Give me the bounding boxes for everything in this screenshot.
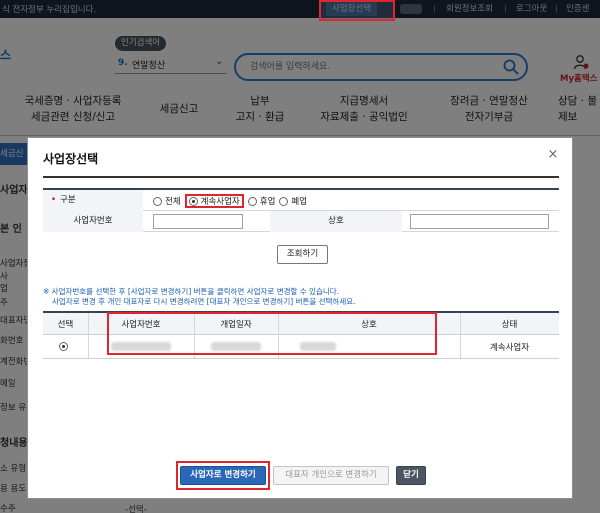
- search-button[interactable]: 조회하기: [277, 245, 328, 264]
- form-row-bizno: 사업자번호 상호: [43, 211, 559, 232]
- change-to-representative-button[interactable]: 대표자 개인으로 변경하기: [273, 466, 389, 485]
- close-button[interactable]: 닫기: [396, 466, 426, 485]
- row-select-cell: [43, 335, 88, 358]
- dialog-title: 사업장선택: [43, 152, 99, 166]
- change-to-business-button[interactable]: 사업자로 변경하기: [180, 466, 266, 485]
- name-label: 상호: [270, 211, 402, 232]
- form-row-type: • 구분 전체 계속사업자 휴업 폐업: [43, 190, 559, 211]
- type-label: • 구분: [43, 190, 143, 211]
- divider: [43, 176, 559, 178]
- business-name-input[interactable]: [410, 214, 549, 229]
- highlight-select-business: [319, 0, 395, 21]
- close-icon[interactable]: ×: [546, 148, 560, 162]
- radio-button[interactable]: [153, 196, 162, 206]
- business-select-dialog: 사업장선택 × • 구분 전체 계속사업자 휴업 폐업 사업자번호 상호 조회하기…: [27, 137, 573, 499]
- col-select: 선택: [57, 319, 74, 330]
- type-radio-group: 전체 계속사업자 휴업 폐업: [153, 194, 311, 208]
- row-radio[interactable]: [59, 342, 68, 351]
- search-form: • 구분 전체 계속사업자 휴업 폐업 사업자번호 상호: [43, 188, 559, 232]
- radio-button[interactable]: [247, 196, 257, 206]
- radio-all[interactable]: 전체: [153, 195, 181, 207]
- radio-button[interactable]: [279, 196, 289, 206]
- radio-button[interactable]: [188, 196, 198, 206]
- col-status: 상태: [501, 319, 518, 330]
- bizno-input[interactable]: [153, 214, 243, 229]
- required-mark: •: [51, 195, 57, 205]
- radio-continuing-business[interactable]: 계속사업자: [184, 194, 244, 208]
- row-status: 계속사업자: [489, 342, 530, 353]
- highlight-business-row: [107, 312, 437, 355]
- radio-button[interactable]: [59, 342, 68, 351]
- radio-closed[interactable]: 폐업: [279, 195, 307, 207]
- bizno-label: 사업자번호: [43, 211, 143, 232]
- radio-suspended[interactable]: 휴업: [247, 195, 275, 207]
- guide-notes: ※ 사업자번호를 선택한 후 [사업자로 변경하기] 버튼을 클릭하면 사업자로…: [43, 287, 356, 306]
